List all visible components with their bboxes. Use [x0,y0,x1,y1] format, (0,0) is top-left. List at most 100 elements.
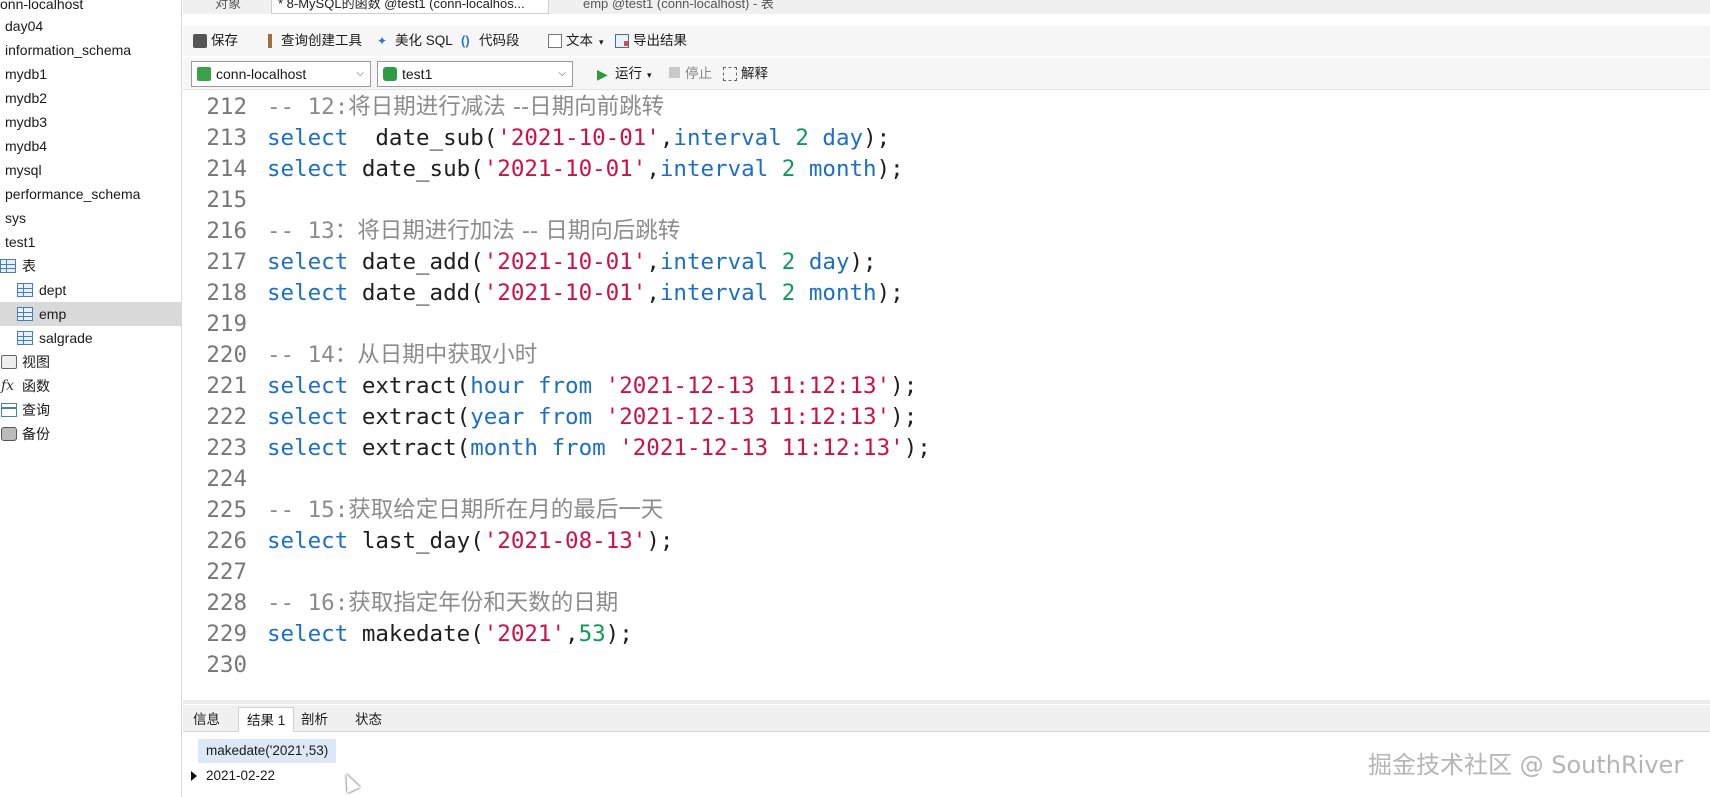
code-token: 2 [781,280,796,306]
tree-item-label: salgrade [39,330,93,346]
code-line[interactable]: -- 15:获取给定日期所在月的最后一天 [267,495,663,526]
tab-objects[interactable]: 对象 [215,0,241,14]
line-number: 214 [206,156,247,182]
column-header[interactable]: makedate('2021',53) [198,739,337,763]
code-token: ); [876,156,904,182]
tree-item-label: 表 [22,258,36,274]
code-line[interactable]: select date_add('2021-10-01',interval 2 … [267,247,877,278]
code-line[interactable]: select extract(hour from '2021-12-13 11:… [267,371,917,402]
tab-profile[interactable]: 剖析 [293,707,336,732]
tab-sql-functions[interactable]: * 8-MySQL的函数 @test1 (conn-localhos... [271,0,549,14]
connection-select[interactable]: conn-localhost ⌵ [191,61,371,87]
code-token: year [470,404,525,430]
save-button[interactable]: 保存 [191,31,238,51]
tree-item-information-schema[interactable]: information_schema [0,38,181,62]
beautify-sql-button[interactable]: ✦ 美化 SQL [375,31,453,51]
code-token: ); [605,621,633,647]
code-token: date_sub( [348,125,498,151]
stop-button[interactable]: 停止 [665,64,712,84]
code-line[interactable]: -- 12:将日期进行减法 --日期向前跳转 [267,92,664,123]
tab-emp-table[interactable]: emp @test1 (conn-localhost) - 表 [583,0,774,14]
sql-editor[interactable]: 212 -- 12:将日期进行减法 --日期向前跳转 213 select date_… [183,92,1710,700]
code-token: select [267,249,349,275]
code-token: last_day( [348,528,484,554]
code-token: day [808,249,850,275]
tree-item-salgrade[interactable]: salgrade [0,326,181,350]
line-number: 220 [206,342,247,368]
tab-result-1[interactable]: 结果 1 [238,707,295,732]
magic-wand-icon: ✦ [377,34,388,48]
code-token: extract( [348,373,471,399]
stop-label: 停止 [685,66,712,81]
table-folder-icon [0,259,16,273]
tree-item-backups[interactable]: 备份 [0,422,181,446]
explain-button[interactable]: 解释 [721,64,768,84]
tree-item-mydb3[interactable]: mydb3 [0,110,181,134]
code-token: '2021-10-01' [483,156,647,182]
code-token: , [659,125,674,151]
code-token: extract( [348,435,471,461]
text-mode-button[interactable]: 文本 ▾ [546,31,604,51]
tree-item-day04[interactable]: day04 [0,14,181,38]
code-line[interactable]: select last_day('2021-08-13'); [267,526,673,557]
tree-item-views[interactable]: 视图 [0,350,181,374]
line-number: 215 [206,187,247,213]
code-snippet-button[interactable]: () 代码段 [459,31,520,51]
code-token: select [267,404,349,430]
tree-item-functions[interactable]: fx 函数 [0,374,181,398]
code-token: ); [646,528,674,554]
code-token: '2021-10-01' [483,280,647,306]
code-token: from [537,404,593,430]
code-token: select [267,435,349,461]
code-token: interval [659,249,769,275]
tree-item-label: mydb3 [5,114,48,130]
code-line[interactable]: select date_sub('2021-10-01',interval 2 … [267,123,890,154]
tree-item-label: day04 [5,18,44,34]
tree-item-mydb4[interactable]: mydb4 [0,134,181,158]
code-line[interactable]: select makedate('2021',53); [267,619,633,650]
document-icon [548,34,562,48]
code-token: -- 15: [267,497,349,523]
tree-item-test1[interactable]: test1 [0,230,181,254]
tree-item-emp[interactable]: emp [0,302,181,326]
tree-item-sys[interactable]: sys [0,206,181,230]
code-line[interactable]: select extract(month from '2021-12-13 11… [267,433,931,464]
result-cell[interactable]: 2021-02-22 [206,764,275,788]
tree-item-performance-schema[interactable]: performance_schema [0,182,181,206]
result-tab-bar: 信息 结果 1 剖析 状态 [183,705,1710,732]
code-line[interactable]: select date_sub('2021-10-01',interval 2 … [267,154,904,185]
line-number: 218 [206,280,247,306]
tree-item-tables[interactable]: 表 [0,254,181,278]
table-icon [17,331,33,345]
database-select[interactable]: test1 ⌵ [377,61,573,87]
tree-item-queries[interactable]: 查询 [0,398,181,422]
line-number: 213 [206,125,247,151]
line-number: 224 [206,466,247,492]
editor-tab-bar: 对象 * 8-MySQL的函数 @test1 (conn-localhos...… [183,0,1710,14]
code-line[interactable]: select date_add('2021-10-01',interval 2 … [267,278,904,309]
code-line[interactable]: -- 14：从日期中获取小时 [267,340,537,371]
line-number: 229 [206,621,247,647]
save-icon [193,34,207,48]
code-line[interactable]: -- 13：将日期进行加法 -- 日期向后跳转 [267,216,680,247]
tab-status[interactable]: 状态 [347,707,390,732]
export-results-button[interactable]: 导出结果 [613,31,687,51]
tab-info[interactable]: 信息 [185,707,228,732]
object-tree[interactable]: onn-localhost day04 information_schema m… [0,0,182,797]
tree-item-mysql[interactable]: mysql [0,158,181,182]
tree-item-mydb1[interactable]: mydb1 [0,62,181,86]
code-token: day [822,125,864,151]
code-token: , [646,249,660,275]
connection-value: conn-localhost [216,66,307,82]
code-token: interval [673,125,782,151]
query-builder-button[interactable]: 查询创建工具 [261,31,362,51]
code-token: '2021-12-13 11:12:13' [605,404,891,430]
code-line[interactable]: select extract(year from '2021-12-13 11:… [267,402,917,433]
tree-item-dept[interactable]: dept [0,278,181,302]
panel-splitter[interactable] [183,700,1710,704]
run-button[interactable]: ▶ 运行 ▾ [595,64,652,84]
code-line[interactable]: -- 16:获取指定年份和天数的日期 [267,588,618,619]
code-token: '2021' [483,621,566,647]
tree-item-mydb2[interactable]: mydb2 [0,86,181,110]
